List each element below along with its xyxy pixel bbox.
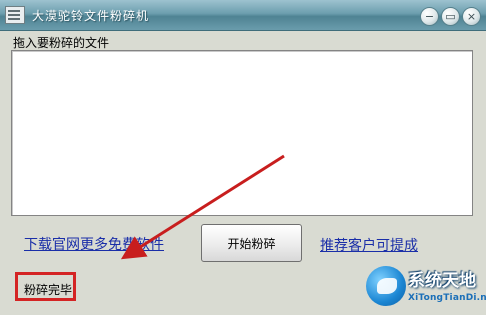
watermark-title: 系统天地 xyxy=(408,271,476,291)
watermark-url: XiTongTianDi.net xyxy=(408,293,486,303)
site-watermark: 系统天地 XiTongTianDi.net xyxy=(322,260,486,315)
globe-logo-icon xyxy=(366,266,406,306)
